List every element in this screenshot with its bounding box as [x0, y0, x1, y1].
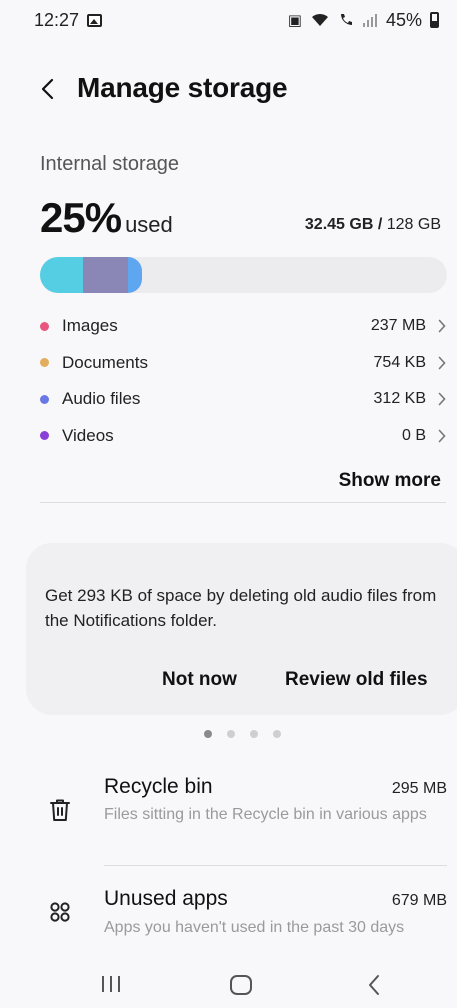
gallery-notification-icon	[87, 13, 103, 27]
status-left: 12:27	[34, 9, 103, 31]
recycle-bin-item[interactable]: Recycle bin 295 MB Files sitting in the …	[0, 772, 457, 862]
category-size: 754 KB	[373, 353, 426, 371]
back-icon[interactable]	[366, 974, 382, 996]
internal-storage-label: Internal storage	[40, 153, 179, 175]
used-amount: 32.45 GB	[304, 216, 374, 233]
storage-usage-bar	[40, 257, 447, 293]
not-now-button[interactable]: Not now	[162, 669, 237, 691]
page-dot	[204, 730, 212, 738]
app-bar: Manage storage	[0, 62, 457, 118]
status-right: ▣ 45%	[288, 10, 439, 31]
page-dot	[250, 730, 258, 738]
category-size: 312 KB	[373, 390, 426, 408]
usage-segment-images	[40, 257, 83, 293]
usage-summary: 25% used 32.45 GB / 128 GB	[40, 194, 441, 244]
category-label: Videos	[62, 425, 114, 445]
page-title: Manage storage	[77, 72, 288, 103]
apps-grid-icon	[50, 902, 70, 922]
signal-icon	[362, 14, 377, 27]
review-old-files-button[interactable]: Review old files	[285, 669, 428, 691]
category-label: Documents	[62, 352, 148, 372]
used-label: used	[125, 212, 173, 237]
category-row-audio-files[interactable]: Audio files 312 KB	[40, 381, 448, 418]
category-row-images[interactable]: Images 237 MB	[40, 308, 448, 345]
chevron-right-icon	[438, 356, 446, 369]
page-indicator	[204, 730, 281, 738]
category-size: 0 B	[401, 426, 426, 444]
category-color-dot	[40, 358, 49, 368]
usage-segment-documents	[82, 257, 128, 293]
chevron-right-icon	[438, 319, 446, 333]
back-button[interactable]	[32, 74, 62, 104]
category-size: 237 MB	[370, 317, 426, 335]
unused-apps-description: Apps you haven't used in the past 30 day…	[104, 919, 405, 936]
suggestion-card: Get 293 KB of space by deleting old audi…	[26, 543, 457, 715]
trash-icon	[50, 799, 70, 821]
recents-icon[interactable]	[100, 974, 122, 994]
chevron-right-icon	[438, 429, 446, 442]
chevron-left-icon	[41, 78, 54, 100]
category-label: Images	[62, 316, 118, 336]
totals-separator: /	[377, 216, 383, 233]
page-dot	[227, 730, 235, 738]
page-dot	[273, 730, 281, 738]
battery-icon	[430, 12, 439, 28]
suggestion-text: Get 293 KB of space by deleting old audi…	[45, 586, 437, 630]
category-row-documents[interactable]: Documents 754 KB	[40, 345, 448, 382]
home-icon[interactable]	[229, 974, 253, 996]
category-color-dot	[40, 394, 49, 404]
recycle-bin-description: Files sitting in the Recycle bin in vari…	[104, 806, 427, 823]
navigation-bar	[0, 962, 457, 1008]
sync-icon: ▣	[287, 11, 302, 29]
usage-segment-other	[127, 257, 142, 293]
wifi-icon	[311, 13, 328, 26]
wifi-call-icon	[340, 14, 352, 25]
storage-totals: 32.45 GB / 128 GB	[305, 216, 441, 234]
divider	[104, 865, 447, 866]
status-time: 12:27	[34, 9, 80, 30]
unused-apps-item[interactable]: Unused apps 679 MB Apps you haven't used…	[0, 885, 457, 945]
show-more-button[interactable]: Show more	[339, 470, 441, 492]
divider	[40, 502, 446, 503]
total-capacity: 128 GB	[386, 216, 441, 233]
used-percent: 25%	[40, 194, 122, 241]
battery-percent: 45%	[385, 9, 422, 30]
category-color-dot	[40, 431, 49, 441]
category-color-dot	[40, 321, 49, 331]
unused-apps-size: 679 MB	[391, 892, 447, 909]
category-row-videos[interactable]: Videos 0 B	[40, 418, 448, 455]
category-list: Images 237 MB Documents 754 KB Audio files 31…	[40, 308, 448, 454]
recycle-bin-title: Recycle bin	[104, 775, 213, 798]
chevron-right-icon	[438, 392, 446, 406]
unused-apps-title: Unused apps	[104, 887, 228, 910]
recycle-bin-size: 295 MB	[391, 780, 447, 797]
status-bar: 12:27 ▣ 45%	[0, 0, 457, 40]
category-label: Audio files	[62, 389, 141, 409]
